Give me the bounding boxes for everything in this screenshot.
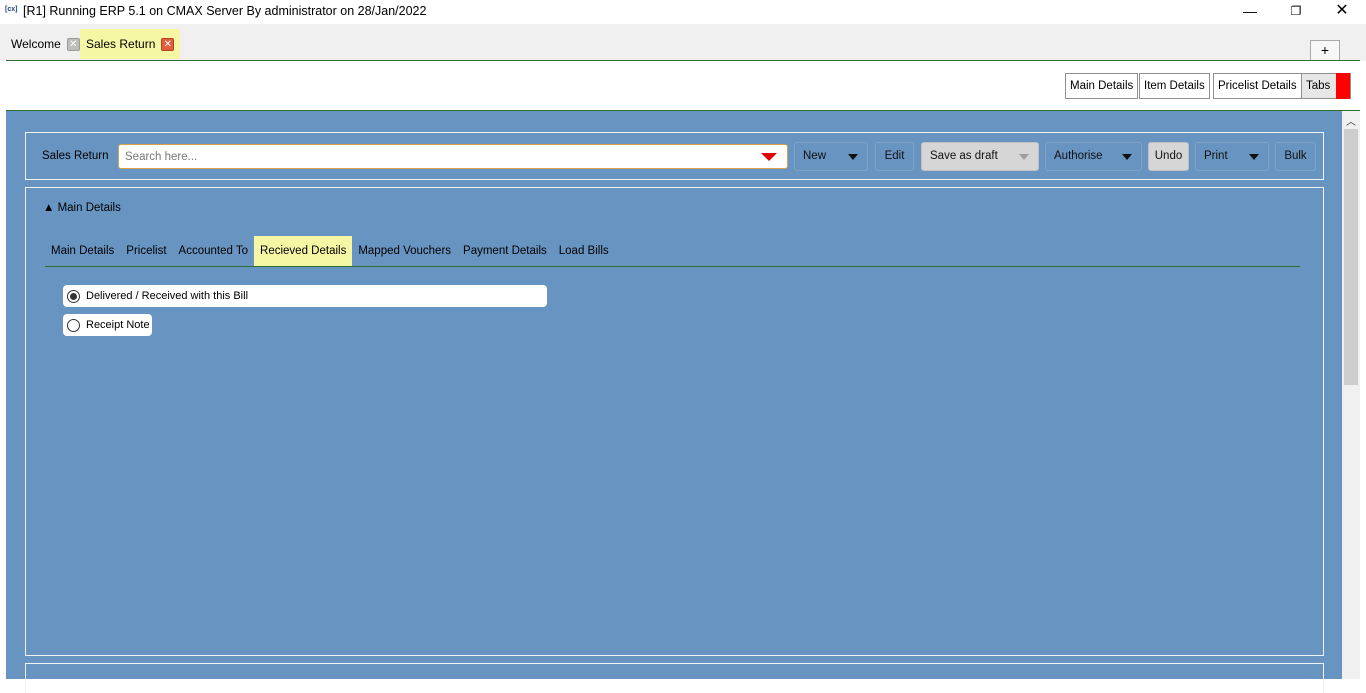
receipt-note-option-label: Receipt Note	[86, 319, 150, 331]
scroll-up-arrow-icon[interactable]: ︿	[1342, 113, 1360, 128]
close-tab-icon[interactable]: ✕	[161, 37, 175, 51]
main-details-toggle[interactable]: ▲ Main Details	[43, 202, 121, 214]
main-details-nav-button[interactable]: Main Details	[1065, 73, 1139, 99]
app-logo-icon: [cx]	[5, 6, 18, 13]
chevron-down-icon[interactable]	[848, 154, 858, 160]
tab-welcome[interactable]: Welcome ✕	[5, 29, 86, 59]
save-as-draft-button[interactable]: Save as draft	[921, 142, 1039, 171]
tab-pricelist[interactable]: Pricelist	[120, 236, 172, 266]
bulk-button[interactable]: Bulk	[1275, 142, 1316, 171]
scrollbar-thumb[interactable]	[1344, 129, 1358, 385]
save-as-draft-label: Save as draft	[930, 150, 998, 162]
tab-accounted-to[interactable]: Accounted To	[173, 236, 254, 266]
bottom-panel	[25, 663, 1324, 693]
add-tab-button[interactable]: +	[1310, 40, 1340, 61]
details-tab-strip: Main Details Pricelist Accounted To Reci…	[45, 236, 615, 266]
chevron-down-icon[interactable]	[1122, 154, 1132, 160]
action-panel: Sales Return New Edit Save as draft Auth…	[25, 132, 1324, 180]
tabs-nav-button[interactable]: Tabs	[1301, 73, 1351, 99]
search-box	[118, 144, 788, 169]
tab-main-details[interactable]: Main Details	[45, 236, 120, 266]
delivered-option-label: Delivered / Received with this Bill	[86, 290, 249, 302]
tab-label: Welcome	[11, 37, 61, 51]
tab-payment-details[interactable]: Payment Details	[457, 236, 553, 266]
title-bar: [cx] [R1] Running ERP 5.1 on CMAX Server…	[0, 0, 1366, 24]
delivered-option[interactable]: Delivered / Received with this Bill	[63, 285, 547, 307]
chevron-down-icon[interactable]	[1019, 154, 1029, 160]
radio-button[interactable]	[67, 318, 80, 332]
window-title: [R1] Running ERP 5.1 on CMAX Server By a…	[23, 4, 427, 18]
close-tab-icon[interactable]: ✕	[66, 37, 80, 51]
authorise-button[interactable]: Authorise	[1045, 142, 1142, 171]
tab-label: Sales Return	[86, 37, 156, 51]
receipt-note-option[interactable]: Receipt Note	[63, 314, 152, 336]
radio-button-selected[interactable]	[67, 289, 80, 303]
print-label: Print	[1204, 150, 1228, 162]
tabs-label: Tabs	[1306, 80, 1331, 92]
edit-button[interactable]: Edit	[875, 142, 914, 171]
document-tab-bar: Welcome ✕ Sales Return ✕ +	[0, 24, 1366, 61]
tab-mapped-vouchers[interactable]: Mapped Vouchers	[352, 236, 457, 266]
new-button[interactable]: New	[794, 142, 868, 171]
tab-recieved-details[interactable]: Recieved Details	[254, 236, 353, 266]
restore-button[interactable]: ❐	[1273, 0, 1319, 24]
dropdown-arrow-icon[interactable]	[761, 153, 777, 161]
tab-load-bills[interactable]: Load Bills	[553, 236, 615, 266]
voucher-type-label: Sales Return	[42, 150, 109, 162]
tab-divider	[45, 266, 1300, 267]
tab-sales-return[interactable]: Sales Return ✕	[80, 29, 181, 59]
authorise-label: Authorise	[1054, 150, 1103, 162]
pricelist-details-nav-button[interactable]: Pricelist Details	[1213, 73, 1302, 99]
main-content: Sales Return New Edit Save as draft Auth…	[6, 111, 1342, 693]
item-details-nav-button[interactable]: Item Details	[1139, 73, 1210, 99]
search-input[interactable]	[119, 145, 749, 168]
undo-button[interactable]: Undo	[1148, 142, 1189, 171]
red-marker	[1336, 73, 1350, 99]
close-window-button[interactable]: ✕	[1319, 0, 1365, 24]
minimize-button[interactable]: —	[1227, 0, 1273, 24]
new-label: New	[803, 150, 827, 162]
vertical-scrollbar[interactable]: ︿	[1342, 111, 1360, 679]
page-nav-bar: Main Details Item Details Pricelist Deta…	[6, 60, 1360, 111]
chevron-down-icon[interactable]	[1249, 154, 1259, 160]
details-panel: ▲ Main Details Main Details Pricelist Ac…	[25, 187, 1324, 656]
print-button[interactable]: Print	[1195, 142, 1269, 171]
